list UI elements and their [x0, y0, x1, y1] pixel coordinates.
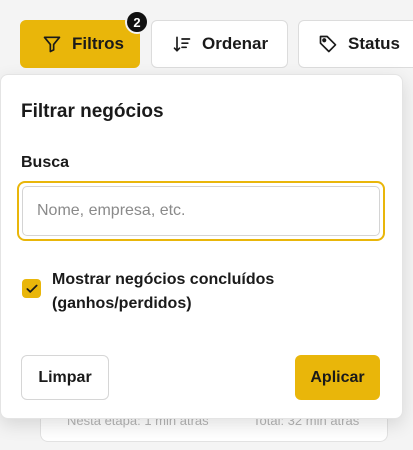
sort-button[interactable]: Ordenar: [151, 20, 288, 68]
show-closed-checkbox[interactable]: [22, 279, 41, 298]
apply-button[interactable]: Aplicar: [295, 355, 380, 400]
tag-icon: [318, 34, 338, 54]
search-field-focus-ring: [17, 181, 385, 241]
show-closed-option[interactable]: Mostrar negócios concluídos (ganhos/perd…: [22, 268, 342, 316]
search-input[interactable]: [22, 186, 380, 236]
show-closed-label: Mostrar negócios concluídos (ganhos/perd…: [52, 271, 275, 312]
filter-panel: Filtrar negócios Busca Mostrar negócios …: [0, 74, 403, 419]
clear-button[interactable]: Limpar: [21, 355, 109, 400]
status-button-label: Status: [348, 34, 400, 53]
check-icon: [25, 284, 38, 293]
panel-title: Filtrar negócios: [21, 101, 164, 122]
search-label: Busca: [21, 154, 70, 171]
status-button[interactable]: Status: [298, 20, 413, 68]
sort-icon: [172, 34, 192, 54]
filters-button-label: Filtros: [72, 34, 124, 53]
sort-button-label: Ordenar: [202, 34, 269, 53]
filter-count-badge: 2: [125, 10, 149, 34]
filter-icon: [42, 34, 62, 54]
filters-button[interactable]: Filtros 2: [20, 10, 149, 68]
